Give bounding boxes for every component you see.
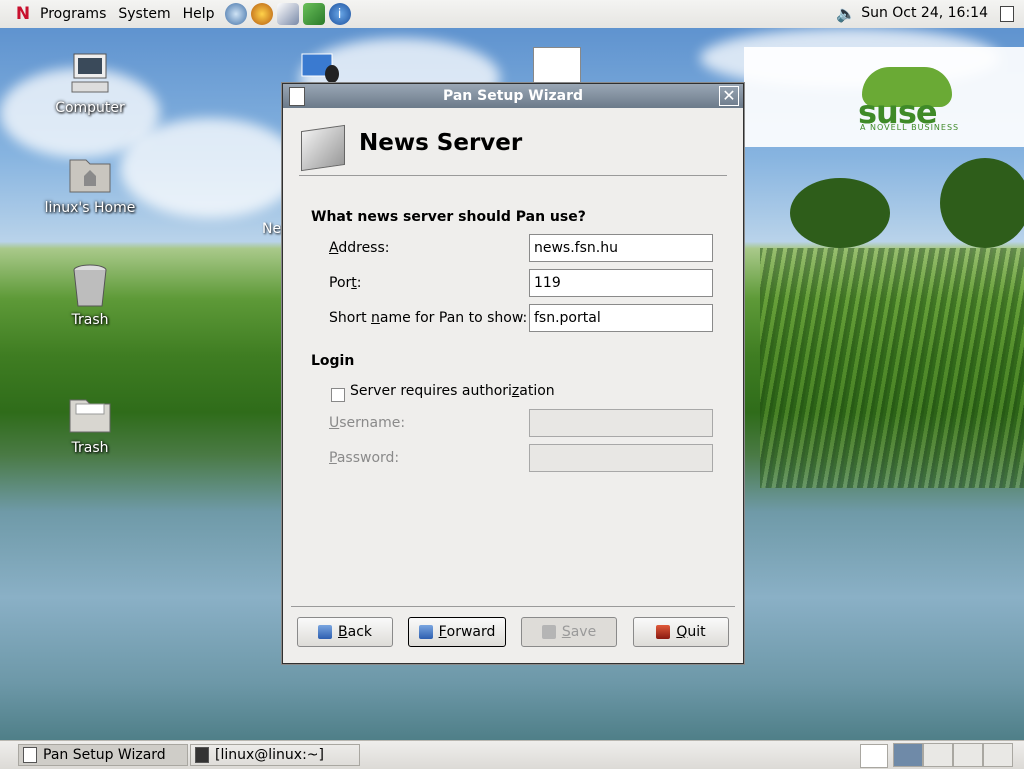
header-separator (299, 175, 727, 176)
folder-icon (66, 392, 114, 436)
shortname-input[interactable] (529, 304, 713, 332)
speaker-icon[interactable]: 🔈 (836, 4, 856, 23)
window-icon (23, 747, 37, 763)
trash-icon (66, 264, 114, 308)
password-input[interactable] (529, 444, 713, 472)
arrow-right-icon (418, 625, 433, 639)
top-panel: N Programs System Help i 🔈 Sun Oct 24, 1… (0, 0, 1024, 29)
notes-applet-icon[interactable] (860, 744, 888, 768)
reeds (760, 248, 1024, 488)
desktop-icon-label: Trash (71, 312, 109, 328)
menu-help[interactable]: Help (177, 6, 221, 22)
forward-button[interactable]: Forward (408, 617, 506, 647)
username-label: Username: (329, 415, 406, 431)
dialog-titlebar[interactable]: Pan Setup Wizard ✕ (283, 84, 743, 108)
desktop-icon-partial-computer[interactable] (298, 50, 342, 86)
desktop-icon-home[interactable]: linux's Home (40, 152, 140, 216)
button-separator (291, 606, 735, 607)
news-server-icon (301, 124, 345, 172)
dialog-body: News Server What news server should Pan … (287, 108, 739, 659)
save-button[interactable]: Save (521, 617, 617, 647)
auth-checkbox-label[interactable]: Server requires authorization (350, 383, 555, 399)
floppy-icon (541, 625, 556, 639)
network-icon[interactable] (302, 3, 325, 25)
desktop-icon-label: linux's Home (44, 200, 136, 216)
update-icon[interactable]: i (328, 3, 351, 25)
task-terminal[interactable]: [linux@linux:~] (190, 744, 360, 766)
workspace-4[interactable] (983, 743, 1013, 767)
desktop-icon-partial-doc[interactable] (533, 47, 581, 85)
computer-icon (66, 52, 114, 96)
menu-programs[interactable]: Programs (34, 6, 112, 22)
desktop-icon-trash[interactable]: Trash (40, 264, 140, 328)
close-icon[interactable]: ✕ (719, 86, 739, 106)
arrow-left-icon (318, 625, 332, 639)
page-title: News Server (359, 130, 523, 156)
exit-icon (656, 625, 671, 639)
login-section-heading: Login (311, 353, 355, 369)
task-pan-setup-wizard[interactable]: Pan Setup Wizard (18, 744, 188, 766)
window-menu-icon[interactable] (289, 87, 305, 106)
desktop-icon-trash-folder[interactable]: Trash (40, 392, 140, 456)
terminal-icon (195, 747, 209, 763)
show-desktop-icon[interactable] (1000, 6, 1014, 22)
auth-checkbox[interactable] (331, 388, 345, 402)
workspace-1[interactable] (893, 743, 923, 767)
back-button[interactable]: Back (297, 617, 393, 647)
username-input[interactable] (529, 409, 713, 437)
address-label: Address: (329, 240, 390, 256)
password-label: Password: (329, 450, 400, 466)
address-input[interactable] (529, 234, 713, 262)
desktop-icon-label: Trash (71, 440, 109, 456)
browser-icon[interactable] (224, 3, 247, 25)
bottom-taskbar: Pan Setup Wizard [linux@linux:~] (0, 740, 1024, 769)
workspace-2[interactable] (923, 743, 953, 767)
desktop-icon-label-partial: Ne (262, 221, 282, 237)
workspace-3[interactable] (953, 743, 983, 767)
port-input[interactable] (529, 269, 713, 297)
clock[interactable]: Sun Oct 24, 16:14 (861, 5, 988, 21)
shortname-label: Short name for Pan to show: (329, 310, 528, 326)
suse-logo: suse A NOVELL BUSINESS (744, 47, 1024, 147)
novell-logo-icon[interactable]: N (12, 3, 34, 25)
pan-setup-wizard-dialog: Pan Setup Wizard ✕ News Server What news… (282, 83, 744, 664)
dialog-title: Pan Setup Wizard (442, 88, 584, 104)
desktop-icon-label: Computer (55, 100, 125, 116)
quit-button[interactable]: Quit (633, 617, 729, 647)
home-folder-icon (66, 152, 114, 196)
firefox-icon[interactable] (250, 3, 273, 25)
editor-icon[interactable] (276, 3, 299, 25)
menu-system[interactable]: System (112, 6, 176, 22)
desktop-icon-computer[interactable]: Computer (40, 52, 140, 116)
suse-tagline: A NOVELL BUSINESS (860, 123, 960, 132)
port-label: Port: (329, 275, 362, 291)
server-section-heading: What news server should Pan use? (311, 209, 586, 225)
